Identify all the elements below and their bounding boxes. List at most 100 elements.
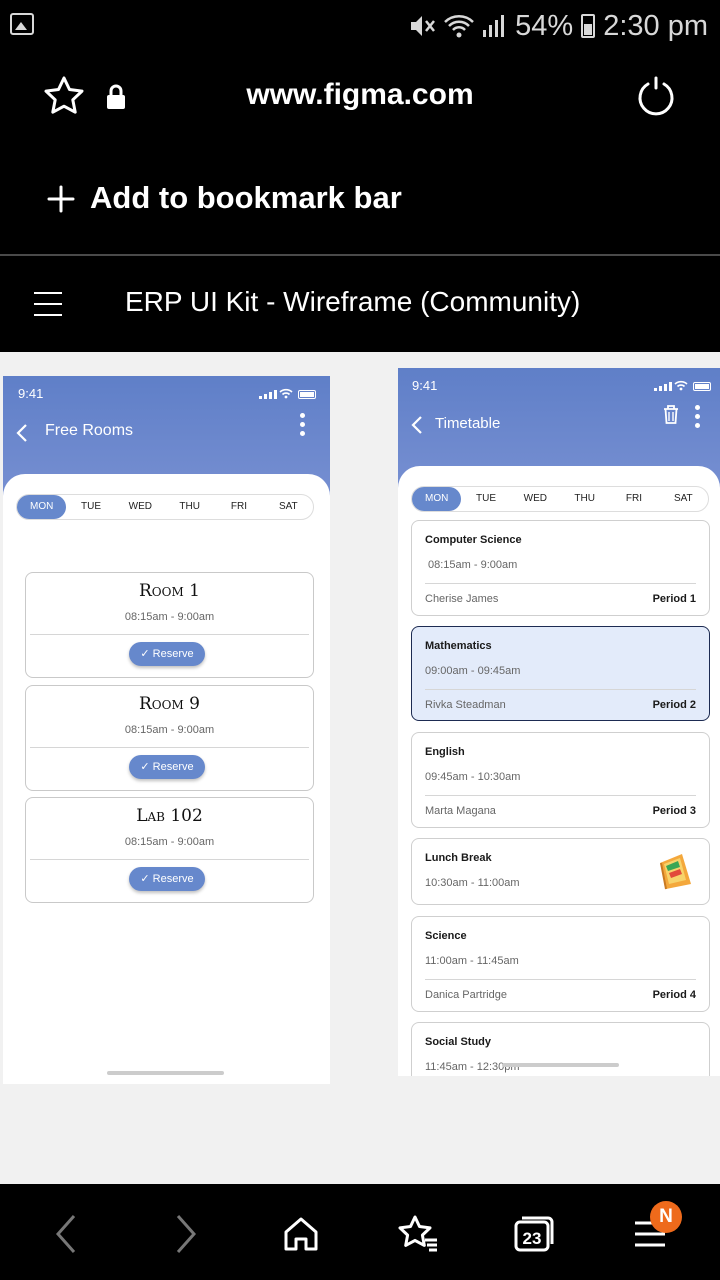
day-selector: MON TUE WED THU FRI SAT bbox=[16, 494, 314, 520]
tabs-icon: 23 bbox=[514, 1216, 554, 1252]
reserve-button[interactable]: ✓ Reserve bbox=[129, 867, 205, 891]
add-bookmark-label: Add to bookmark bar bbox=[90, 180, 402, 215]
class-time: 10:30am - 11:00am bbox=[425, 877, 520, 889]
timetable-sheet: MON TUE WED THU FRI SAT Computer Science… bbox=[398, 466, 720, 1076]
back-button[interactable] bbox=[40, 1208, 92, 1260]
day-tab-tue[interactable]: TUE bbox=[66, 495, 115, 519]
day-tab-wed[interactable]: WED bbox=[511, 487, 560, 511]
day-tab-thu[interactable]: THU bbox=[560, 487, 609, 511]
reserve-button[interactable]: ✓ Reserve bbox=[129, 642, 205, 666]
more-options-icon[interactable] bbox=[695, 405, 701, 432]
timetable-card[interactable]: English 09:45am - 10:30am Marta Magana P… bbox=[411, 732, 710, 828]
mute-icon bbox=[411, 16, 436, 36]
timetable-card-selected[interactable]: Mathematics 09:00am - 09:45am Rivka Stea… bbox=[411, 626, 710, 721]
wifi-icon bbox=[444, 15, 475, 38]
free-rooms-frame[interactable]: 9:41 Free Rooms MON TUE WED THU FRI SAT bbox=[3, 376, 330, 1084]
reload-icon[interactable] bbox=[634, 76, 678, 120]
trash-icon[interactable] bbox=[662, 404, 680, 425]
period: Period 1 bbox=[652, 593, 696, 605]
figma-toolbar: ERP UI Kit - Wireframe (Community) bbox=[0, 256, 720, 352]
figma-canvas[interactable]: 9:41 Free Rooms MON TUE WED THU FRI SAT bbox=[0, 352, 720, 1184]
teacher: Marta Magana bbox=[425, 805, 496, 817]
battery-icon bbox=[581, 14, 596, 38]
home-indicator bbox=[107, 1071, 224, 1075]
plus-icon bbox=[47, 185, 75, 213]
divider bbox=[30, 859, 309, 860]
sandwich-icon bbox=[660, 854, 691, 890]
day-tab-sat[interactable]: SAT bbox=[659, 487, 708, 511]
subject: Lunch Break bbox=[425, 852, 492, 864]
bookmarks-button[interactable] bbox=[392, 1208, 444, 1260]
subject: Mathematics bbox=[425, 640, 492, 652]
bookmarks-icon bbox=[398, 1215, 437, 1252]
divider bbox=[425, 689, 696, 690]
day-tab-thu[interactable]: THU bbox=[165, 495, 214, 519]
day-tab-sat[interactable]: SAT bbox=[264, 495, 313, 519]
timetable-card[interactable]: Science 11:00am - 11:45am Danica Partrid… bbox=[411, 916, 710, 1012]
phone-time: 9:41 bbox=[18, 386, 44, 401]
tabs-button[interactable]: 23 bbox=[508, 1208, 560, 1260]
free-rooms-title: Free Rooms bbox=[45, 422, 134, 439]
reserve-label: Reserve bbox=[152, 648, 194, 660]
chevron-left-icon bbox=[55, 1215, 76, 1253]
phone-battery-icon bbox=[298, 390, 316, 399]
phone-battery-icon bbox=[693, 382, 711, 391]
reserve-button[interactable]: ✓ Reserve bbox=[129, 755, 205, 779]
class-time: 09:00am - 09:45am bbox=[425, 665, 521, 677]
bottom-nav: 23 N bbox=[0, 1184, 720, 1280]
home-button[interactable] bbox=[275, 1208, 327, 1260]
divider bbox=[425, 583, 696, 584]
class-time: 09:45am - 10:30am bbox=[425, 771, 521, 783]
url-text[interactable]: www.figma.com bbox=[0, 78, 720, 112]
subject: English bbox=[425, 746, 465, 758]
class-time: 11:00am - 11:45am bbox=[425, 955, 519, 967]
day-tab-fri[interactable]: FRI bbox=[214, 495, 263, 519]
battery-percent: 54% bbox=[515, 9, 574, 42]
divider bbox=[30, 747, 309, 748]
phone-signal-icon bbox=[654, 382, 672, 391]
divider bbox=[425, 795, 696, 796]
phone-wifi-icon bbox=[279, 388, 293, 399]
divider bbox=[425, 979, 696, 980]
room-card: Room 1 08:15am - 9:00am ✓ Reserve bbox=[25, 572, 314, 678]
day-tab-mon[interactable]: MON bbox=[17, 495, 67, 519]
timetable-frame[interactable]: 9:41 Timetable MON TUE WED THU FRI SAT C… bbox=[398, 368, 720, 1076]
room-name: Room 1 bbox=[139, 581, 200, 601]
signal-icon bbox=[483, 15, 505, 37]
teacher: Cherise James bbox=[425, 593, 499, 605]
figma-file-title: ERP UI Kit - Wireframe (Community) bbox=[125, 286, 581, 317]
timetable-card-lunch[interactable]: Lunch Break 10:30am - 11:00am bbox=[411, 838, 710, 905]
day-tab-wed[interactable]: WED bbox=[116, 495, 165, 519]
day-tab-mon[interactable]: MON bbox=[412, 487, 462, 511]
timetable-card[interactable]: Computer Science 08:15am - 9:00am Cheris… bbox=[411, 520, 710, 616]
add-bookmark-row[interactable]: Add to bookmark bar bbox=[0, 150, 720, 254]
day-selector: MON TUE WED THU FRI SAT bbox=[411, 486, 709, 512]
notification-badge: N bbox=[650, 1201, 682, 1233]
subject: Science bbox=[425, 930, 467, 942]
tab-count: 23 bbox=[523, 1229, 542, 1248]
period: Period 3 bbox=[652, 805, 696, 817]
back-icon[interactable] bbox=[15, 423, 29, 443]
menu-icon[interactable] bbox=[34, 292, 62, 316]
room-time: 08:15am - 9:00am bbox=[124, 611, 215, 623]
teacher: Rivka Steadman bbox=[425, 699, 506, 711]
forward-button[interactable] bbox=[160, 1208, 212, 1260]
room-name: Lab 102 bbox=[136, 806, 203, 826]
room-name: Room 9 bbox=[139, 694, 200, 714]
clock: 2:30 pm bbox=[603, 9, 708, 42]
timetable-title: Timetable bbox=[435, 415, 501, 432]
back-icon[interactable] bbox=[410, 415, 424, 435]
room-card: Lab 102 08:15am - 9:00am ✓ Reserve bbox=[25, 797, 314, 903]
more-options-icon[interactable] bbox=[300, 413, 306, 440]
url-bar: www.figma.com bbox=[0, 52, 720, 144]
subject: Social Study bbox=[425, 1036, 492, 1048]
day-tab-tue[interactable]: TUE bbox=[461, 487, 510, 511]
room-card: Room 9 08:15am - 9:00am ✓ Reserve bbox=[25, 685, 314, 791]
gallery-notification-icon bbox=[10, 13, 34, 35]
phone-wifi-icon bbox=[674, 380, 688, 391]
day-tab-fri[interactable]: FRI bbox=[609, 487, 658, 511]
phone-time: 9:41 bbox=[412, 378, 438, 393]
home-indicator bbox=[502, 1063, 619, 1067]
timetable-card[interactable]: Social Study 11:45am - 12:30pm bbox=[411, 1022, 710, 1076]
reserve-label: Reserve bbox=[152, 761, 194, 773]
